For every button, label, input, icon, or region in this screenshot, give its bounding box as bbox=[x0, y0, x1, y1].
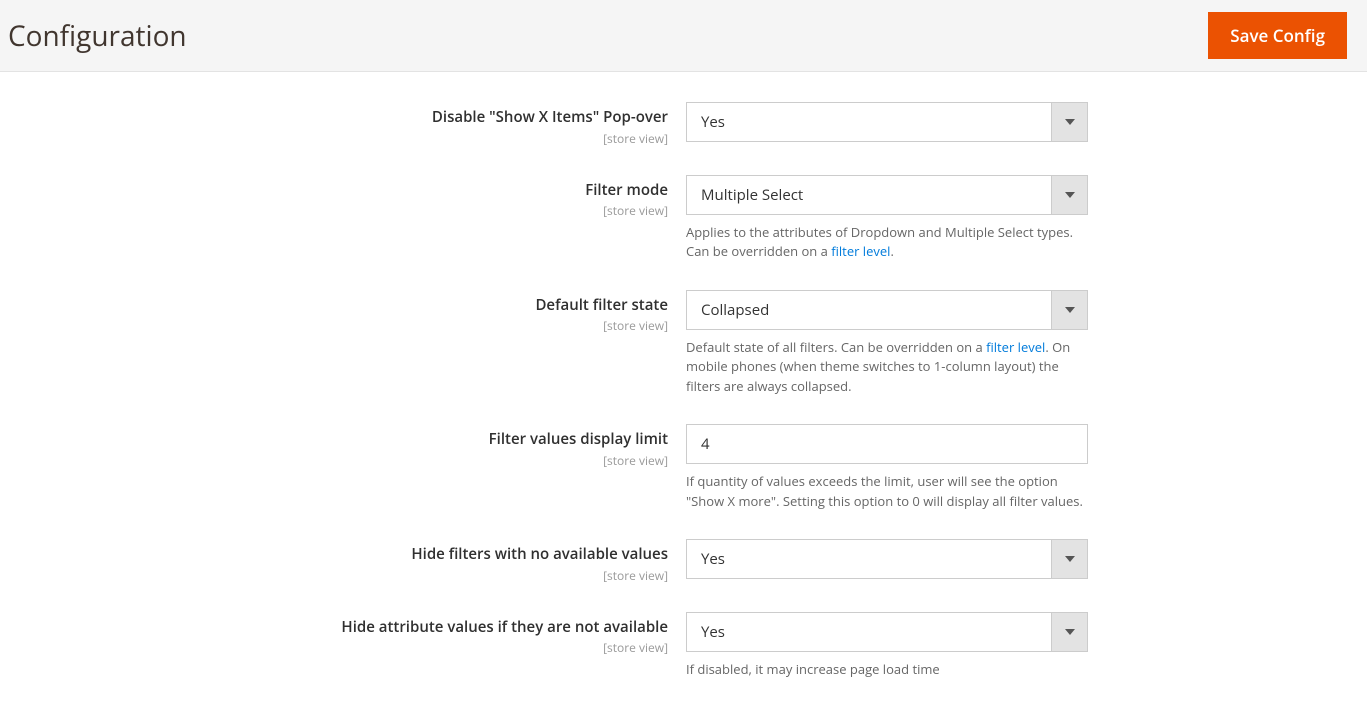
filter-mode-select[interactable]: Multiple Select bbox=[686, 175, 1088, 215]
filter-level-link[interactable]: filter level bbox=[986, 338, 1045, 356]
field-hide-empty: Hide filters with no available values [s… bbox=[20, 539, 1347, 584]
field-disable-popover: Disable "Show X Items" Pop-over [store v… bbox=[20, 102, 1347, 147]
field-label-col: Filter mode [store view] bbox=[20, 175, 686, 220]
config-form: Disable "Show X Items" Pop-over [store v… bbox=[0, 72, 1367, 719]
field-label-col: Filter values display limit [store view] bbox=[20, 424, 686, 469]
field-hide-unavailable: Hide attribute values if they are not av… bbox=[20, 612, 1347, 680]
field-scope: [store view] bbox=[20, 202, 668, 219]
field-control-col: Yes If disabled, it may increase page lo… bbox=[686, 612, 1088, 680]
field-scope: [store view] bbox=[20, 452, 668, 469]
chevron-down-icon bbox=[1051, 540, 1087, 578]
chevron-down-icon bbox=[1051, 176, 1087, 214]
field-filter-mode: Filter mode [store view] Multiple Select… bbox=[20, 175, 1347, 262]
field-control-col: Collapsed Default state of all filters. … bbox=[686, 290, 1088, 397]
hide-empty-select[interactable]: Yes bbox=[686, 539, 1088, 579]
hide-unavailable-select[interactable]: Yes bbox=[686, 612, 1088, 652]
field-label: Filter mode bbox=[585, 180, 668, 200]
disable-popover-select[interactable]: Yes bbox=[686, 102, 1088, 142]
field-label: Filter values display limit bbox=[489, 429, 668, 449]
chevron-down-icon bbox=[1051, 613, 1087, 651]
field-note: If quantity of values exceeds the limit,… bbox=[686, 472, 1088, 511]
field-control-col: Multiple Select Applies to the attribute… bbox=[686, 175, 1088, 262]
field-note: Applies to the attributes of Dropdown an… bbox=[686, 223, 1088, 262]
select-value: Yes bbox=[687, 613, 1051, 651]
select-value: Collapsed bbox=[687, 291, 1051, 329]
filter-level-link[interactable]: filter level bbox=[831, 242, 890, 260]
field-label: Hide attribute values if they are not av… bbox=[341, 617, 668, 637]
page-title: Configuration bbox=[8, 17, 187, 55]
field-scope: [store view] bbox=[20, 567, 668, 584]
field-display-limit: Filter values display limit [store view]… bbox=[20, 424, 1347, 511]
field-label: Disable "Show X Items" Pop-over bbox=[432, 107, 668, 127]
field-control-col: Yes bbox=[686, 539, 1088, 579]
select-value: Yes bbox=[687, 103, 1051, 141]
default-state-select[interactable]: Collapsed bbox=[686, 290, 1088, 330]
note-text: Default state of all filters. Can be ove… bbox=[686, 338, 986, 356]
field-note: Default state of all filters. Can be ove… bbox=[686, 338, 1088, 397]
field-label-col: Hide attribute values if they are not av… bbox=[20, 612, 686, 657]
field-label-col: Disable "Show X Items" Pop-over [store v… bbox=[20, 102, 686, 147]
field-control-col: If quantity of values exceeds the limit,… bbox=[686, 424, 1088, 511]
save-config-button[interactable]: Save Config bbox=[1208, 12, 1347, 59]
chevron-down-icon bbox=[1051, 291, 1087, 329]
display-limit-input[interactable] bbox=[686, 424, 1088, 464]
field-label: Hide filters with no available values bbox=[411, 544, 668, 564]
note-text: . bbox=[890, 242, 893, 260]
page-header: Configuration Save Config bbox=[0, 0, 1367, 72]
select-value: Multiple Select bbox=[687, 176, 1051, 214]
field-label: Default filter state bbox=[535, 295, 668, 315]
field-label-col: Hide filters with no available values [s… bbox=[20, 539, 686, 584]
chevron-down-icon bbox=[1051, 103, 1087, 141]
select-value: Yes bbox=[687, 540, 1051, 578]
field-note: If disabled, it may increase page load t… bbox=[686, 660, 1088, 680]
field-scope: [store view] bbox=[20, 130, 668, 147]
field-default-state: Default filter state [store view] Collap… bbox=[20, 290, 1347, 397]
field-scope: [store view] bbox=[20, 317, 668, 334]
field-scope: [store view] bbox=[20, 639, 668, 656]
field-control-col: Yes bbox=[686, 102, 1088, 142]
field-label-col: Default filter state [store view] bbox=[20, 290, 686, 335]
